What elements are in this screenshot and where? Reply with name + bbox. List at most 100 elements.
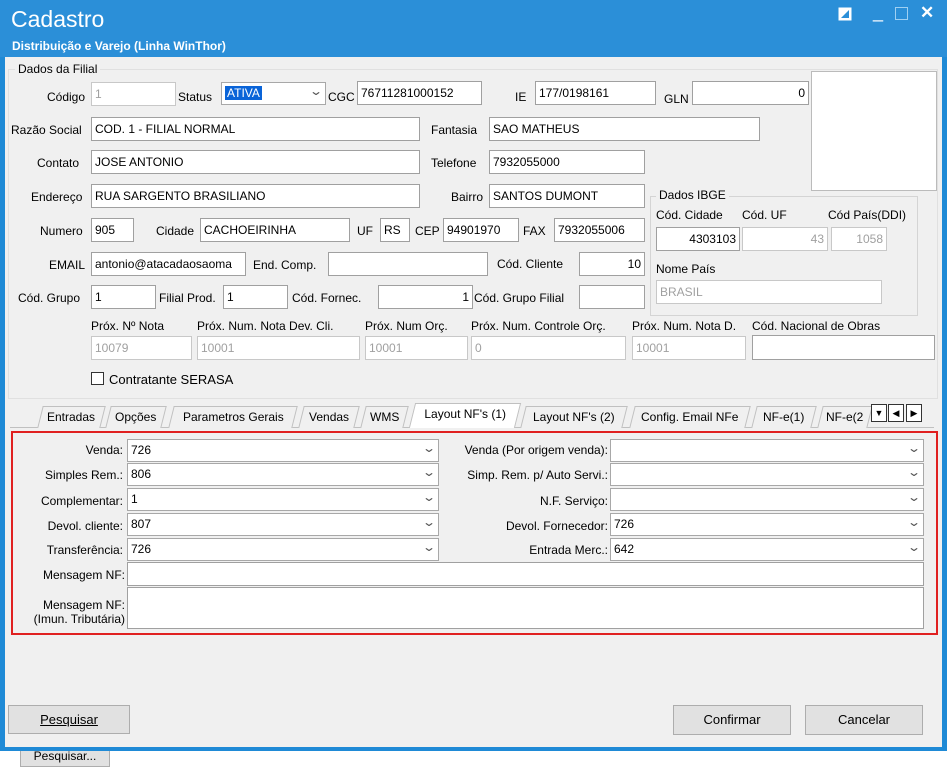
endereco-field[interactable]: RUA SARGENTO BRASILIANO [91,184,420,208]
simp-rem-auto-select[interactable]: ⌄ [610,463,924,486]
nf-servico-select[interactable]: ⌄ [610,488,924,511]
transferencia-select[interactable]: 726 ⌄ [127,538,439,561]
razao-social-field[interactable]: COD. 1 - FILIAL NORMAL [91,117,420,141]
bairro-label: Bairro [451,190,484,204]
cod-cliente-field[interactable]: 10 [579,252,645,276]
chevron-down-icon[interactable]: ⌄ [422,540,436,554]
uf-field[interactable]: RS [380,218,410,242]
bairro-field[interactable]: SANTOS DUMONT [489,184,645,208]
numero-field[interactable]: 905 [91,218,134,242]
chevron-down-icon[interactable]: ⌄ [907,441,921,455]
prox-nota-field[interactable]: 10079 [91,336,192,360]
cidade-field[interactable]: CACHOEIRINHA [200,218,350,242]
title-bar[interactable]: Cadastro Distribuição e Varejo (Linha Wi… [0,0,947,57]
cep-field[interactable]: 94901970 [443,218,519,242]
tab-parametros-gerais-label: Parametros Gerais [182,410,284,424]
chevron-down-icon[interactable]: ⌄ [422,490,436,504]
simp-rem-auto-label: Simp. Rem. p/ Auto Servi.: [467,468,608,482]
tab-nfe-2[interactable]: NF-e(2 [817,406,873,428]
restore-icon[interactable] [838,7,852,25]
devol-cliente-label: Devol. cliente: [47,519,123,533]
cod-cidade-field[interactable]: 4303103 [656,227,740,251]
chevron-down-icon[interactable]: ⌄ [309,84,323,98]
cod-grupo-filial-field[interactable] [579,285,645,309]
status-select[interactable]: ATIVA ⌄ [221,82,326,105]
mensagem-nf-imun-field[interactable] [127,587,924,629]
devol-cliente-value: 807 [131,517,152,531]
entrada-merc-select[interactable]: 642 ⌄ [610,538,924,561]
cod-pais-field[interactable]: 1058 [831,227,887,251]
close-icon[interactable]: ✕ [920,3,934,23]
cod-uf-field[interactable]: 43 [742,227,828,251]
pesquisar-button[interactable]: Pesquisar [8,705,130,734]
tab-layout-nfs-1[interactable]: Layout NF's (1) [408,403,522,428]
tab-entradas[interactable]: Entradas [37,406,106,428]
tab-nfe-1[interactable]: NF-e(1) [751,406,817,428]
chevron-down-icon[interactable]: ⌄ [422,441,436,455]
cep-label: CEP [415,224,440,238]
contato-field[interactable]: JOSE ANTONIO [91,150,420,174]
tab-scroll-left-icon[interactable]: ◀ [888,404,904,422]
simples-rem-select[interactable]: 806 ⌄ [127,463,439,486]
prox-ctrl-orc-label: Próx. Num. Controle Orç. [471,319,606,333]
minimize-icon[interactable]: _ [873,2,883,23]
tab-wms[interactable]: WMS [360,406,409,428]
tab-parametros-gerais[interactable]: Parametros Gerais [168,406,298,428]
devol-fornecedor-select[interactable]: 726 ⌄ [610,513,924,536]
devol-fornecedor-label: Devol. Fornecedor: [505,519,608,533]
end-comp-field[interactable] [328,252,488,276]
transferencia-label: Transferência: [46,543,123,557]
maximize-icon[interactable] [895,7,908,24]
tab-nfe-2-label: NF-e(2 [826,410,864,424]
codigo-field[interactable]: 1 [91,82,176,106]
prox-nota-d-field[interactable]: 10001 [632,336,746,360]
complementar-select[interactable]: 1 ⌄ [127,488,439,511]
prox-orc-field[interactable]: 10001 [365,336,468,360]
devol-cliente-select[interactable]: 807 ⌄ [127,513,439,536]
ie-field[interactable]: 177/0198161 [535,81,656,105]
chevron-down-icon[interactable]: ⌄ [422,465,436,479]
cod-uf-label: Cód. UF [742,208,787,222]
confirmar-button[interactable]: Confirmar [673,705,791,735]
tab-vendas-label: Vendas [308,410,350,424]
tab-scroll-right-icon[interactable]: ▶ [906,404,922,422]
fax-field[interactable]: 7932055006 [554,218,645,242]
prox-nota-dev-field[interactable]: 10001 [197,336,360,360]
venda-select[interactable]: 726 ⌄ [127,439,439,462]
cgc-field[interactable]: 76711281000152 [357,81,482,105]
mensagem-nf-imun-label-1: Mensagem NF: [42,598,125,612]
serasa-checkbox[interactable] [91,372,104,385]
tab-opcoes[interactable]: Opções [105,406,167,428]
gln-field[interactable]: 0 [692,81,809,105]
entrada-merc-label: Entrada Merc.: [529,543,608,557]
nome-pais-field[interactable]: BRASIL [656,280,882,304]
mensagem-nf-field[interactable] [127,562,924,586]
cod-cidade-label: Cód. Cidade [656,208,723,222]
email-field[interactable]: antonio@atacadaosaoma [91,252,246,276]
serasa-label[interactable]: Contratante SERASA [109,372,233,387]
ie-label: IE [515,90,527,104]
background-window-strip: Pesquisar... [0,745,947,781]
tab-list-dropdown-icon[interactable]: ▼ [871,404,887,422]
cancelar-button[interactable]: Cancelar [805,705,923,735]
chevron-down-icon[interactable]: ⌄ [907,515,921,529]
chevron-down-icon[interactable]: ⌄ [907,540,921,554]
venda-origem-select[interactable]: ⌄ [610,439,924,462]
telefone-field[interactable]: 7932055000 [489,150,645,174]
cod-obras-field[interactable] [752,335,935,360]
chevron-down-icon[interactable]: ⌄ [907,465,921,479]
tab-vendas[interactable]: Vendas [298,406,360,428]
tab-config-email-nfe[interactable]: Config. Email NFe [629,406,751,428]
venda-origem-label: Venda (Por origem venda): [464,443,608,457]
fantasia-field[interactable]: SAO MATHEUS [489,117,760,141]
tab-wms-label: WMS [369,410,400,424]
tab-layout-nfs-2[interactable]: Layout NF's (2) [520,406,628,428]
prox-ctrl-orc-field[interactable]: 0 [471,336,626,360]
chevron-down-icon[interactable]: ⌄ [422,515,436,529]
mensagem-nf-imun-label-2: (Imun. Tributária) [33,612,125,626]
chevron-down-icon[interactable]: ⌄ [907,490,921,504]
tab-layout-nfs-1-label: Layout NF's (1) [424,407,507,421]
filial-prod-field[interactable]: 1 [223,285,288,309]
cod-grupo-field[interactable]: 1 [91,285,156,309]
cod-fornec-field[interactable]: 1 [378,285,473,309]
